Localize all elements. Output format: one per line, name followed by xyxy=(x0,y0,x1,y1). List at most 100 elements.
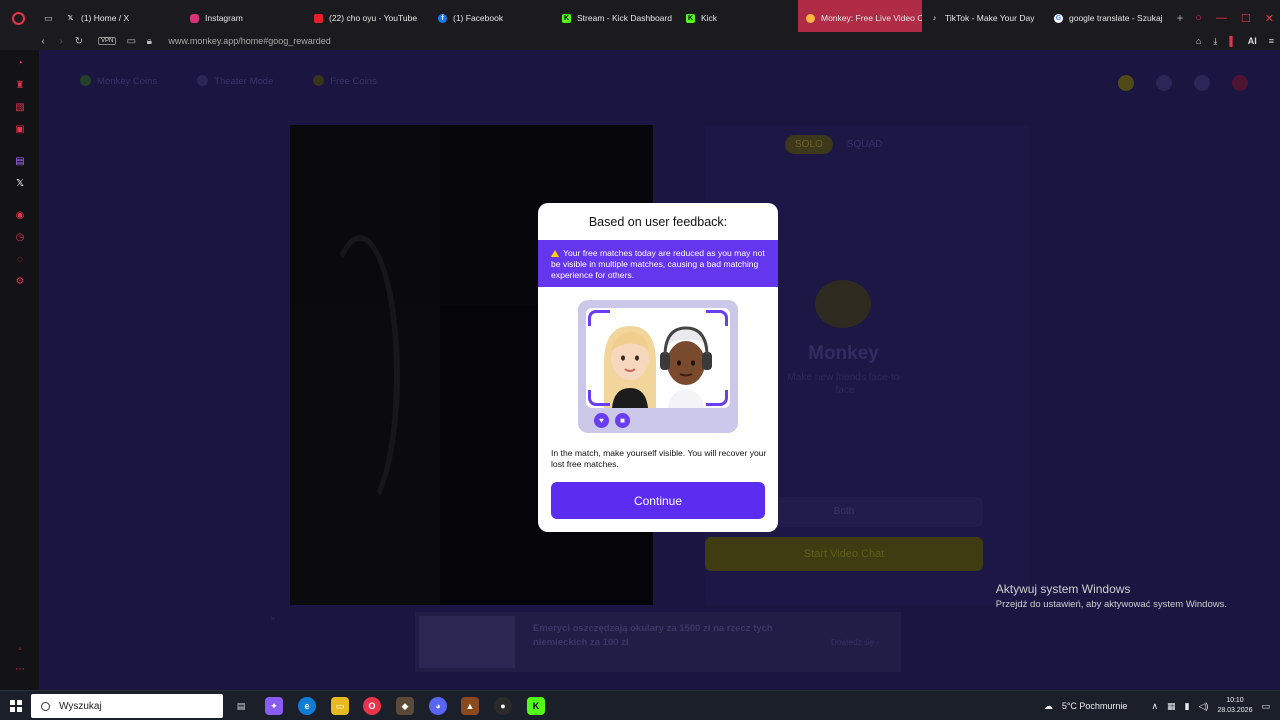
settings-page-icon[interactable] xyxy=(1194,75,1210,91)
mode-solo-button[interactable]: SOLO xyxy=(785,135,833,154)
history-page-icon[interactable] xyxy=(1156,75,1172,91)
clock[interactable]: 10:10 28.03.2026 xyxy=(1217,696,1252,716)
copilot-icon[interactable]: ✦ xyxy=(265,697,283,715)
tab-label: Kick xyxy=(701,13,718,23)
brand-tagline: Make new friends face-to-face xyxy=(787,372,903,396)
download-icon[interactable]: ⤓ xyxy=(1213,36,1217,47)
kick-taskbar-icon[interactable]: K xyxy=(527,697,545,715)
mode-switch: SOLO SQUAD xyxy=(785,135,888,154)
windows-start-icon[interactable] xyxy=(10,700,22,712)
ad-more-link[interactable]: Dowiedz się › xyxy=(831,638,879,647)
app-icon-5[interactable]: ◆ xyxy=(396,697,414,715)
monkey-logo-icon xyxy=(815,280,871,328)
browser-sidebar: ◔ ♜ ▧ ▣ ▤ 𝕏 ◉ ◷ ◌ ⚙ ◦ ⋯ xyxy=(0,50,40,690)
tab-label: Instagram xyxy=(205,13,243,23)
kick-icon: K xyxy=(562,13,571,23)
x-sidebar-icon[interactable]: 𝕏 xyxy=(14,178,26,190)
tab-kick[interactable]: K Kick xyxy=(678,0,798,36)
extensions-icon[interactable]: ▌ xyxy=(1229,36,1235,46)
search-tabs-icon[interactable]: ○ xyxy=(1195,12,1202,24)
aria-ai-button[interactable]: AI xyxy=(1248,36,1257,46)
tab-label: (1) Facebook xyxy=(453,13,504,23)
tab-instagram[interactable]: Instagram xyxy=(182,0,306,36)
snapshot-icon[interactable]: ⌂ xyxy=(1196,36,1201,46)
flow-icon[interactable]: ▧ xyxy=(14,102,26,114)
weather-icon[interactable]: ☁ xyxy=(1044,701,1053,712)
forward-icon[interactable]: › xyxy=(52,36,70,47)
camera-icon[interactable]: ▭ xyxy=(122,36,140,47)
nav-item[interactable]: Free Coins xyxy=(313,75,376,87)
tab-kick-dashboard[interactable]: K Stream - Kick Dashboard xyxy=(554,0,678,36)
address-bar: ‹ › ↻ VPN ▭ 🔒︎ www.monkey.app/home#goog_… xyxy=(0,32,1280,50)
network-icon[interactable]: ▦ xyxy=(1167,701,1176,712)
twitch-icon[interactable]: ▤ xyxy=(14,156,26,168)
lock-icon[interactable]: 🔒︎ xyxy=(140,36,158,47)
instagram-icon xyxy=(190,13,199,23)
crypto-wallet-icon[interactable]: ♜ xyxy=(14,80,26,92)
task-view-icon[interactable]: ▤ xyxy=(232,697,250,715)
settings-gear-icon[interactable]: ⚙ xyxy=(14,276,26,288)
edge-icon[interactable]: e xyxy=(298,697,316,715)
opera-menu-icon[interactable] xyxy=(0,0,36,36)
close-icon[interactable]: ✕ xyxy=(1265,12,1274,25)
tiktok-icon: ♪ xyxy=(932,14,937,22)
warning-banner: Your free matches today are reduced as y… xyxy=(538,240,778,287)
tab-x[interactable]: 𝕏 (1) Home / X xyxy=(58,0,182,36)
weather-text[interactable]: 5°C Pochmurnie xyxy=(1062,701,1128,711)
minimize-icon[interactable]: — xyxy=(1216,12,1227,24)
tab-tiktok[interactable]: ♪ TikTok - Make Your Day xyxy=(922,0,1046,36)
windows-taskbar: Wyszukaj ▤ ✦ e ▭ O ◆ ◕ ▲ ● K ☁ 5°C Pochm… xyxy=(0,690,1280,720)
tab-facebook[interactable]: f (1) Facebook xyxy=(430,0,554,36)
opera-taskbar-icon[interactable]: O xyxy=(363,697,381,715)
monkey-icon xyxy=(806,13,815,23)
reload-icon[interactable]: ↻ xyxy=(70,36,88,47)
youtube-icon xyxy=(314,13,323,23)
continue-button[interactable]: Continue xyxy=(551,482,765,519)
sidebar-extra-icon[interactable]: ◦ xyxy=(14,644,26,656)
notifications-icon[interactable]: ▭ xyxy=(1261,701,1270,712)
nav-item[interactable]: Theater Mode xyxy=(197,75,273,87)
coins-icon[interactable] xyxy=(1118,75,1134,91)
search-placeholder: Wyszukaj xyxy=(59,700,102,712)
mic-icon[interactable]: ▮ xyxy=(1185,701,1190,712)
tab-monkey[interactable]: Monkey: Free Live Video C xyxy=(798,0,922,36)
kick-icon: K xyxy=(686,13,695,23)
profile-avatar-icon[interactable] xyxy=(1232,75,1248,91)
nav-item[interactable]: Monkey Coins xyxy=(80,75,157,87)
ad-thumbnail xyxy=(419,616,515,668)
start-video-chat-button[interactable]: Start Video Chat xyxy=(705,537,983,571)
system-tray: ☁ 5°C Pochmurnie ∧ ▦ ▮ ◁) 10:10 28.03.20… xyxy=(1044,691,1280,720)
menu-icon[interactable]: ≡ xyxy=(1269,36,1274,46)
app-icon-7[interactable]: ▲ xyxy=(461,697,479,715)
video-camera-icon: ■ xyxy=(615,413,630,428)
volume-icon[interactable]: ◁) xyxy=(1199,701,1209,712)
ai-label: AI xyxy=(1247,36,1257,46)
player-icon[interactable]: ◉ xyxy=(14,210,26,222)
warning-icon xyxy=(551,250,559,257)
sidebar-more-icon[interactable]: ⋯ xyxy=(14,664,26,676)
tray-chevron-icon[interactable]: ∧ xyxy=(1151,701,1158,712)
aria-icon[interactable]: ◔ xyxy=(14,58,26,70)
url-field[interactable]: www.monkey.app/home#goog_rewarded xyxy=(168,36,330,46)
tab-overview-icon[interactable]: ▭ xyxy=(36,0,58,36)
back-icon[interactable]: ‹ xyxy=(34,36,52,47)
taskbar-search[interactable]: Wyszukaj xyxy=(31,694,223,718)
discord-icon[interactable]: ◕ xyxy=(429,697,447,715)
messenger-icon[interactable]: ▣ xyxy=(14,124,26,136)
watermark-title: Aktywuj system Windows xyxy=(995,582,1131,596)
modal-body-text: In the match, make yourself visible. You… xyxy=(551,448,767,469)
obs-icon[interactable]: ● xyxy=(494,697,512,715)
tab-google-translate[interactable]: G google translate - Szukaj xyxy=(1046,0,1170,36)
history-icon[interactable]: ◷ xyxy=(14,232,26,244)
feedback-icon[interactable]: ◌ xyxy=(14,254,26,266)
mode-squad-button[interactable]: SQUAD xyxy=(841,135,889,154)
file-explorer-icon[interactable]: ▭ xyxy=(331,697,349,715)
vpn-badge[interactable]: VPN xyxy=(98,37,117,45)
tab-youtube[interactable]: (22) cho oyu - YouTube xyxy=(306,0,430,36)
new-tab-plus-icon[interactable]: + xyxy=(1170,11,1190,25)
ad-close-icon[interactable]: ✕ xyxy=(270,615,276,623)
maximize-icon[interactable]: ☐ xyxy=(1241,12,1251,25)
ad-banner[interactable]: Emeryci oszczędzają okulary za 1500 zł n… xyxy=(415,612,901,672)
tab-label: TikTok - Make Your Day xyxy=(945,13,1035,23)
modal-title: Based on user feedback: xyxy=(588,215,728,229)
